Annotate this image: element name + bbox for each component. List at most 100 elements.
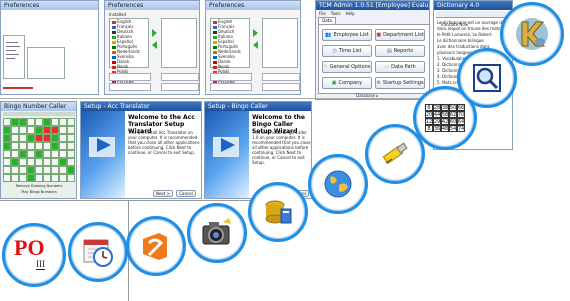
bingo-cell[interactable] bbox=[67, 158, 75, 166]
office-suite-icon[interactable] bbox=[126, 216, 186, 276]
bingo-cell[interactable] bbox=[43, 118, 51, 126]
po-editor-icon[interactable]: PO III bbox=[2, 223, 66, 287]
list-box[interactable] bbox=[3, 35, 25, 79]
bingo-cell[interactable] bbox=[3, 174, 11, 182]
bingo-cell[interactable] bbox=[19, 166, 27, 174]
k-app-icon-circle[interactable] bbox=[500, 2, 564, 66]
bingo-cell[interactable] bbox=[3, 150, 11, 158]
bingo-cell[interactable] bbox=[59, 150, 67, 158]
time-list-button[interactable]: ◷ Time List bbox=[322, 45, 372, 57]
bingo-cell[interactable] bbox=[59, 134, 67, 142]
bingo-cell[interactable] bbox=[3, 118, 11, 126]
bingo-cell[interactable] bbox=[51, 134, 59, 142]
general-options-button[interactable]: ✎ General Options bbox=[322, 61, 372, 73]
bingo-cell[interactable] bbox=[35, 174, 43, 182]
bingo-footer-1[interactable]: Remove Drawing Numbers bbox=[3, 184, 75, 188]
next-button[interactable]: Next > bbox=[153, 190, 173, 197]
dropdown-option-2[interactable] bbox=[262, 83, 300, 91]
data-path-button[interactable]: ▭ Data Path bbox=[375, 61, 425, 73]
bingo-cell[interactable] bbox=[11, 158, 19, 166]
bingo-cell[interactable] bbox=[19, 134, 27, 142]
menu-help[interactable]: Help bbox=[346, 11, 355, 16]
bingo-cell[interactable] bbox=[51, 142, 59, 150]
bingo-cell[interactable] bbox=[3, 166, 11, 174]
bingo-cell[interactable] bbox=[19, 174, 27, 182]
bingo-cell[interactable] bbox=[3, 158, 11, 166]
dropdown-from[interactable] bbox=[210, 73, 252, 81]
menu-file[interactable]: File bbox=[319, 11, 326, 16]
bingo-cell[interactable] bbox=[51, 126, 59, 134]
bingo-cell[interactable] bbox=[43, 126, 51, 134]
employee-list-button[interactable]: 👥 Employee List bbox=[322, 29, 372, 41]
bingo-cell[interactable] bbox=[43, 134, 51, 142]
bingo-cell[interactable] bbox=[11, 166, 19, 174]
bingo-cell[interactable] bbox=[67, 118, 75, 126]
selected-language-list[interactable] bbox=[161, 18, 197, 68]
bingo-cell[interactable] bbox=[11, 142, 19, 150]
bingo-cell[interactable] bbox=[59, 118, 67, 126]
bingo-cell[interactable] bbox=[67, 126, 75, 134]
bingo-cell[interactable] bbox=[35, 166, 43, 174]
bingo-cell[interactable] bbox=[43, 174, 51, 182]
bingo-cell[interactable] bbox=[19, 118, 27, 126]
bingo-cell[interactable] bbox=[51, 174, 59, 182]
bingo-cell[interactable] bbox=[19, 150, 27, 158]
bingo-cell[interactable] bbox=[51, 150, 59, 158]
dropdown-option[interactable] bbox=[109, 83, 151, 91]
bingo-cell[interactable] bbox=[67, 142, 75, 150]
bingo-cell[interactable] bbox=[19, 126, 27, 134]
department-list-button[interactable]: ■ Department List bbox=[375, 29, 425, 41]
company-button[interactable]: ▣ Company bbox=[322, 77, 372, 89]
finance-icon-circle[interactable] bbox=[248, 182, 308, 242]
bingo-cell[interactable] bbox=[19, 142, 27, 150]
bingo-cell[interactable] bbox=[51, 118, 59, 126]
bingo-cell[interactable] bbox=[59, 158, 67, 166]
selected-language-list[interactable] bbox=[262, 18, 298, 68]
bingo-cell[interactable] bbox=[3, 126, 11, 134]
dropdown-to[interactable] bbox=[161, 73, 199, 81]
dropdown-to[interactable] bbox=[262, 73, 300, 81]
schedule-icon[interactable] bbox=[68, 222, 128, 282]
bingo-cell[interactable] bbox=[11, 150, 19, 158]
bingo-cell[interactable] bbox=[51, 166, 59, 174]
bingo-cell[interactable] bbox=[27, 142, 35, 150]
bingo-cell[interactable] bbox=[35, 118, 43, 126]
bingo-cell[interactable] bbox=[67, 166, 75, 174]
bingo-cell[interactable] bbox=[35, 150, 43, 158]
bingo-cell[interactable] bbox=[11, 134, 19, 142]
camera-icon-circle[interactable] bbox=[187, 203, 247, 263]
bingo-cell[interactable] bbox=[43, 150, 51, 158]
list-box-secondary[interactable] bbox=[27, 47, 65, 79]
dropdown-option[interactable] bbox=[210, 83, 252, 91]
bingo-cell[interactable] bbox=[59, 166, 67, 174]
reports-button[interactable]: ▤ Reports bbox=[375, 45, 425, 57]
dropdown-option-2[interactable] bbox=[161, 83, 199, 91]
bingo-cell[interactable] bbox=[35, 142, 43, 150]
language-list[interactable]: English Français Deutsch Italiano Español Por… bbox=[109, 18, 149, 89]
bingo-footer-2[interactable]: Play Bingo Numbers bbox=[3, 190, 75, 194]
bingo-cell[interactable] bbox=[67, 174, 75, 182]
startup-settings-button[interactable]: ⚙ Startup Settings bbox=[375, 77, 425, 89]
language-list[interactable]: English Français Deutsch Italiano Español Por… bbox=[210, 18, 250, 89]
bingo-cell[interactable] bbox=[19, 158, 27, 166]
add-arrow-icon[interactable] bbox=[253, 29, 258, 37]
bingo-cell[interactable] bbox=[27, 118, 35, 126]
bingo-cell[interactable] bbox=[27, 174, 35, 182]
add-arrow-icon[interactable] bbox=[152, 29, 157, 37]
remove-arrow-icon[interactable] bbox=[152, 41, 157, 49]
bingo-cell[interactable] bbox=[35, 126, 43, 134]
bingo-cell[interactable] bbox=[11, 118, 19, 126]
bingo-cell[interactable] bbox=[11, 174, 19, 182]
bingo-cell[interactable] bbox=[27, 166, 35, 174]
bingo-cell[interactable] bbox=[59, 142, 67, 150]
bingo-cell[interactable] bbox=[35, 134, 43, 142]
cancel-button[interactable]: Cancel bbox=[176, 190, 196, 197]
bingo-cell[interactable] bbox=[51, 158, 59, 166]
bingo-cell[interactable] bbox=[43, 142, 51, 150]
dropdown-from[interactable] bbox=[109, 73, 151, 81]
menu-tools[interactable]: Tools bbox=[331, 11, 341, 16]
bingo-cell[interactable] bbox=[3, 134, 11, 142]
bingo-cell[interactable] bbox=[67, 150, 75, 158]
bingo-cell[interactable] bbox=[35, 158, 43, 166]
remove-arrow-icon[interactable] bbox=[253, 41, 258, 49]
